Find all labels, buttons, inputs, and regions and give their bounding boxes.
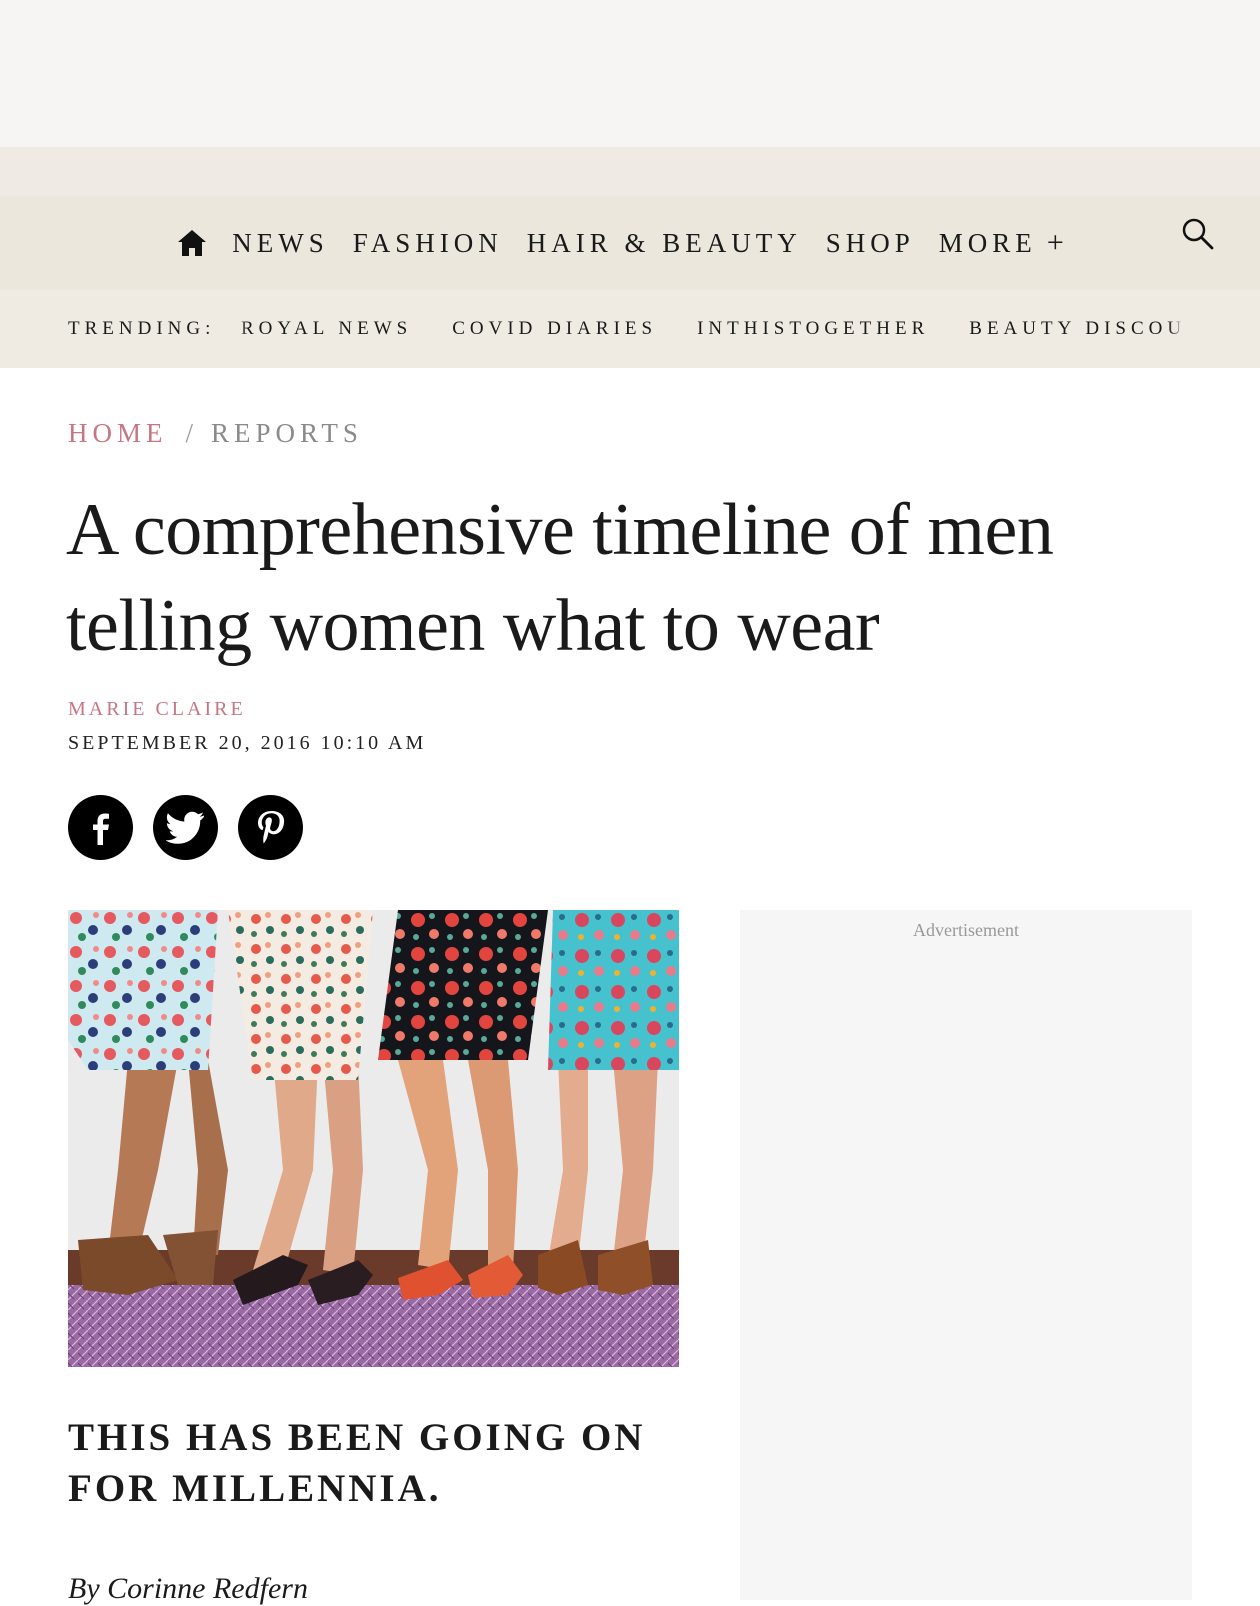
top-ad-banner [0,0,1260,147]
trending-fade-right [1168,314,1186,346]
facebook-icon[interactable] [68,795,133,860]
hero-image [68,910,679,1367]
header-band [0,147,1260,196]
trending-bar: TRENDING: ROYAL NEWS COVID DIARIES INTHI… [0,290,1260,368]
home-icon[interactable] [176,228,208,258]
sidebar-advertisement[interactable]: Advertisement [740,910,1192,1600]
breadcrumb-reports-link[interactable]: REPORTS [211,418,363,449]
trending-fade-left [230,314,248,346]
breadcrumb: HOME / REPORTS [68,418,363,449]
trending-link-inthistogether[interactable]: INTHISTOGETHER [697,318,929,340]
main-nav: NEWS FASHION HAIR & BEAUTY SHOP MORE + [0,196,1260,290]
nav-item-fashion[interactable]: FASHION [353,228,503,259]
nav-item-news[interactable]: NEWS [232,228,329,259]
trending-list: ROYAL NEWS COVID DIARIES INTHISTOGETHER … [241,290,1186,368]
article-subheading: THIS HAS BEEN GOING ON FOR MILLENNIA. [68,1416,646,1510]
publish-date: SEPTEMBER 20, 2016 10:10 AM [68,732,427,754]
pinterest-icon[interactable] [238,795,303,860]
trending-link-royal-news[interactable]: ROYAL NEWS [241,318,412,340]
advertisement-label: Advertisement [913,920,1019,940]
article-title: A comprehensive timeline of men telling … [66,489,1054,667]
author-link[interactable]: MARIE CLAIRE [68,698,246,721]
breadcrumb-separator: / [185,418,194,448]
nav-item-hair-beauty[interactable]: HAIR & BEAUTY [527,228,802,259]
twitter-icon[interactable] [153,795,218,860]
breadcrumb-home-link[interactable]: HOME [68,418,168,449]
trending-link-covid-diaries[interactable]: COVID DIARIES [452,318,657,340]
nav-item-more[interactable]: MORE + [939,228,1064,259]
plus-icon: + [1046,226,1064,259]
trending-link-beauty-discounts[interactable]: BEAUTY DISCOU [969,318,1186,340]
nav-item-shop[interactable]: SHOP [826,228,915,259]
share-buttons [68,795,303,860]
article-byline: By Corinne Redfern [68,1572,308,1605]
trending-label: TRENDING: [68,318,216,339]
search-icon[interactable] [1180,216,1216,252]
nav-more-label: MORE [938,227,1037,258]
